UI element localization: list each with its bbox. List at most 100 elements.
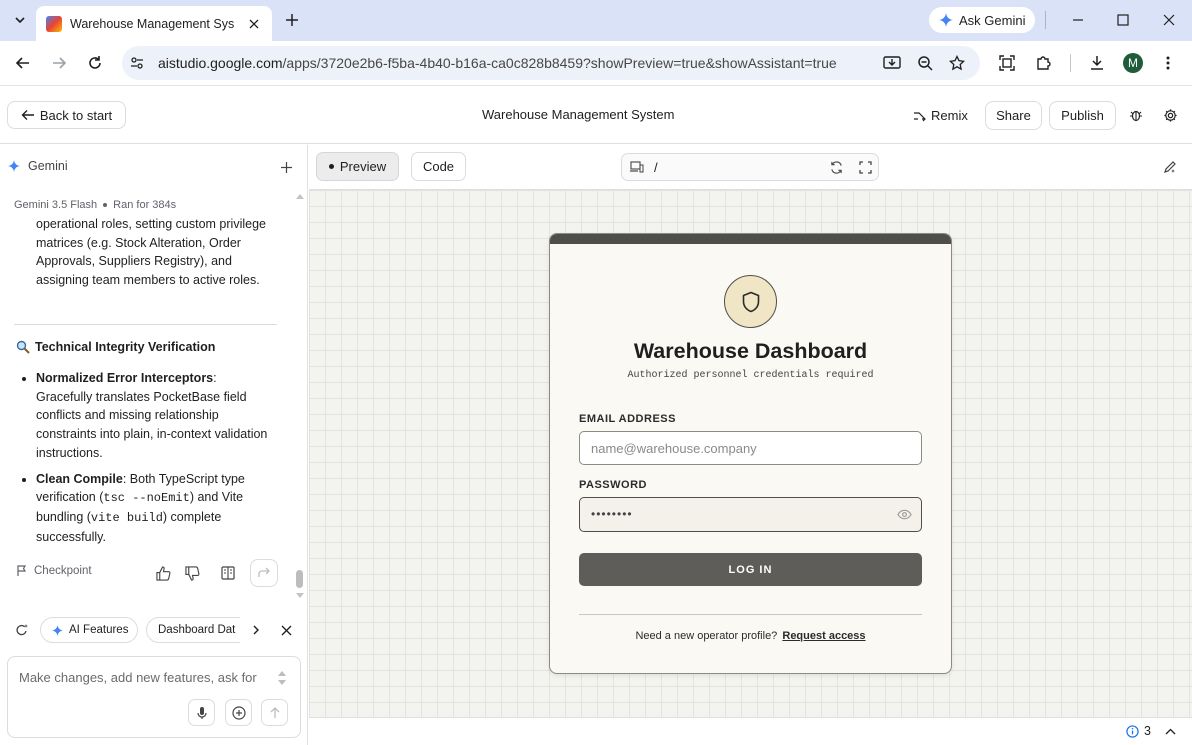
microphone-icon (196, 706, 207, 719)
minimize-button[interactable] (1068, 10, 1088, 30)
ai-studio-favicon-icon (46, 15, 62, 32)
debug-button[interactable] (1128, 107, 1144, 123)
close-window-button[interactable] (1159, 10, 1179, 30)
back-to-start-button[interactable]: Back to start (7, 101, 126, 129)
add-attachment-button[interactable] (225, 699, 252, 726)
password-field[interactable]: •••••••• (579, 497, 922, 532)
preview-path[interactable]: / (654, 160, 658, 175)
panel-title: Gemini (28, 159, 68, 173)
microphone-button[interactable] (188, 699, 215, 726)
send-button[interactable] (261, 699, 288, 726)
email-field[interactable]: name@warehouse.company (579, 431, 922, 465)
back-nav-button[interactable] (13, 53, 33, 73)
new-tab-button[interactable] (282, 10, 302, 30)
request-access-link[interactable]: Request access (782, 630, 865, 642)
screen-capture-icon (999, 55, 1015, 71)
model-info: Gemini 3.5 Flash Ran for 384s (14, 199, 176, 211)
url-path: /apps/3720e2b6-f5ba-4b40-b16a-ca0c828b84… (282, 55, 837, 71)
install-app-button[interactable] (882, 53, 902, 73)
chip-label: Dashboard Dat (158, 624, 236, 636)
url-text[interactable]: aistudio.google.com/apps/3720e2b6-f5ba-4… (158, 55, 837, 71)
plus-icon (280, 161, 292, 173)
expand-console-button[interactable] (1163, 725, 1177, 737)
downloads-button[interactable] (1087, 53, 1107, 73)
email-placeholder: name@warehouse.company (591, 441, 757, 456)
chip-ai-features[interactable]: AI Features (40, 617, 138, 643)
compare-button[interactable] (220, 565, 236, 581)
annotate-button[interactable] (1162, 159, 1178, 175)
issues-indicator[interactable]: 3 (1126, 724, 1151, 738)
fullscreen-icon[interactable] (859, 161, 872, 174)
browser-menu-button[interactable] (1160, 53, 1176, 73)
tab-close-icon[interactable] (246, 16, 262, 32)
section-heading: Technical Integrity Verification (16, 340, 215, 354)
gemini-sparkle-icon (52, 624, 63, 636)
ask-gemini-button[interactable]: Ask Gemini (929, 7, 1035, 33)
preview-url-bar[interactable]: / (621, 153, 879, 181)
tab-search-button[interactable] (8, 9, 32, 31)
password-value: •••••••• (591, 507, 633, 521)
bullet-bold: Clean Compile (36, 471, 123, 486)
zoom-button[interactable] (915, 53, 935, 73)
edit-sparkle-icon (1164, 161, 1176, 173)
login-card: Warehouse Dashboard Authorized personnel… (549, 233, 952, 674)
shield-badge (724, 275, 777, 328)
prompt-box[interactable]: Make changes, add new features, ask for (7, 656, 301, 738)
tune-icon (131, 57, 143, 69)
close-suggestions-button[interactable] (278, 622, 294, 638)
chip-dashboard-data[interactable]: Dashboard Dat (146, 617, 240, 643)
scroll-up-icon[interactable] (296, 193, 304, 199)
add-circle-icon (231, 705, 246, 720)
share-button[interactable]: Share (985, 101, 1042, 130)
refresh-icon[interactable] (830, 161, 843, 174)
remix-icon (914, 111, 926, 121)
browser-tab[interactable]: Warehouse Management System (36, 6, 272, 41)
scroll-down-icon[interactable] (296, 593, 304, 599)
prompt-input[interactable]: Make changes, add new features, ask for (19, 670, 269, 685)
install-icon (883, 56, 901, 69)
checkpoint-button[interactable]: Checkpoint (16, 565, 92, 577)
eye-icon[interactable] (897, 509, 912, 520)
settings-button[interactable] (1162, 107, 1178, 123)
tab-code[interactable]: Code (411, 152, 466, 181)
chevron-right-icon (253, 625, 259, 635)
chat-scrollbar[interactable] (296, 193, 304, 601)
card-top-bar (550, 234, 951, 244)
thumbs-down-icon (184, 565, 199, 581)
thumbs-down-button[interactable] (184, 565, 200, 581)
publish-button[interactable]: Publish (1049, 101, 1116, 130)
list-item: Normalized Error Interceptors: Gracefull… (36, 369, 276, 463)
divider (1045, 11, 1046, 29)
extensions-button[interactable] (1033, 53, 1053, 73)
screenshot-button[interactable] (997, 53, 1017, 73)
info-icon (1126, 724, 1139, 738)
app-title: Warehouse Management System (482, 107, 675, 122)
suggestions-icon-button[interactable] (14, 622, 30, 638)
inline-code: vite build (90, 510, 163, 525)
site-info-button[interactable] (127, 53, 147, 73)
bookmark-button[interactable] (947, 53, 967, 73)
login-button[interactable]: LOG IN (579, 553, 922, 586)
chips-next-button[interactable] (248, 622, 264, 638)
reload-button[interactable] (85, 53, 105, 73)
url-host: aistudio.google.com (158, 55, 283, 71)
thumbs-up-button[interactable] (155, 565, 171, 581)
scrollbar-thumb[interactable] (296, 570, 303, 588)
gemini-sparkle-icon (939, 13, 953, 27)
thumbs-up-icon (155, 565, 170, 581)
tab-preview[interactable]: Preview (316, 152, 399, 181)
run-duration: Ran for 384s (113, 199, 177, 211)
restore-button[interactable] (250, 559, 278, 587)
remix-button[interactable]: Remix (913, 108, 968, 123)
forward-nav-button[interactable] (49, 53, 69, 73)
download-icon (1091, 56, 1103, 70)
puzzle-icon (1037, 56, 1051, 70)
profile-avatar[interactable]: M (1123, 53, 1143, 73)
card-divider (579, 614, 922, 615)
login-subtitle: Authorized personnel credentials require… (627, 370, 874, 381)
divider (1070, 54, 1071, 72)
maximize-button[interactable] (1113, 10, 1133, 30)
chip-label: AI Features (69, 624, 129, 636)
new-chat-button[interactable] (279, 160, 293, 174)
list-item: Clean Compile: Both TypeScript type veri… (36, 470, 276, 547)
